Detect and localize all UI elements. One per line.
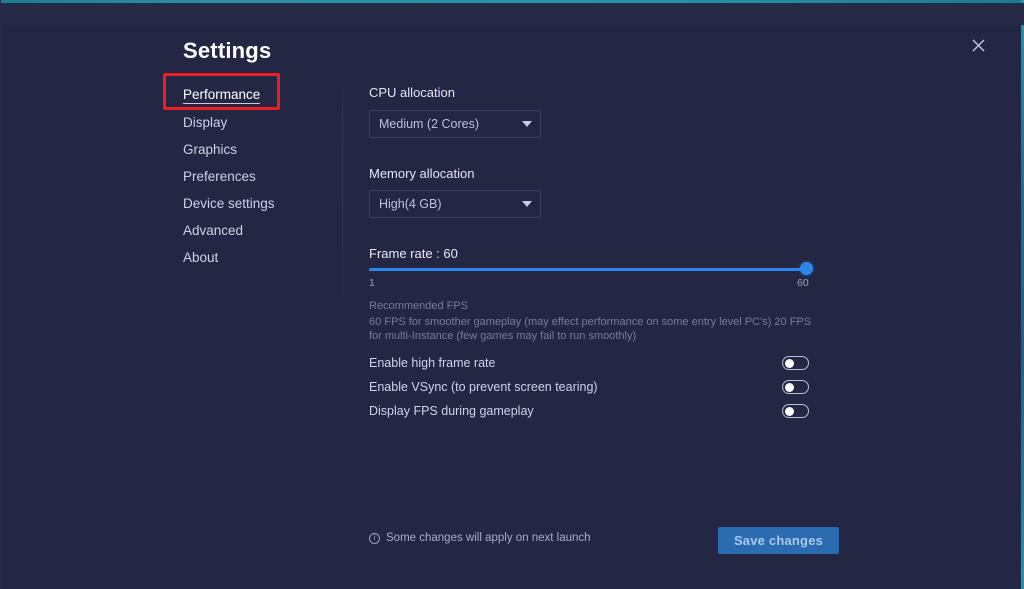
sidebar-item-preferences[interactable]: Preferences	[183, 163, 333, 190]
memory-allocation-value: High(4 GB)	[379, 197, 442, 211]
sidebar-item-label: About	[183, 250, 219, 265]
toggle-row-high-frame-rate: Enable high frame rate	[369, 352, 809, 374]
toggle-vsync[interactable]	[782, 380, 809, 394]
toggle-knob	[785, 358, 794, 368]
frame-rate-slider-thumb[interactable]	[800, 262, 813, 275]
window-edge-left	[0, 0, 1, 589]
frame-rate-label: Frame rate : 60	[369, 246, 458, 261]
toggle-row-vsync: Enable VSync (to prevent screen tearing)	[369, 376, 809, 398]
close-icon	[972, 39, 985, 52]
sidebar-item-label: Advanced	[183, 223, 244, 238]
close-button[interactable]	[966, 33, 990, 57]
cpu-allocation-select[interactable]: Medium (2 Cores)	[369, 110, 541, 138]
sidebar-item-advanced[interactable]: Advanced	[183, 217, 333, 244]
frame-rate-slider[interactable]	[369, 262, 813, 277]
sidebar-item-device-settings[interactable]: Device settings	[183, 190, 333, 217]
frame-rate-max-label: 60	[797, 277, 809, 289]
chevron-down-icon	[522, 201, 532, 207]
frame-rate-min-label: 1	[369, 277, 375, 289]
sidebar-item-label: Device settings	[183, 196, 275, 211]
toggle-label: Enable VSync (to prevent screen tearing)	[369, 380, 598, 394]
toggle-display-fps[interactable]	[782, 404, 809, 418]
info-icon: i	[369, 532, 380, 544]
chevron-down-icon	[522, 121, 532, 127]
toggle-knob	[785, 382, 794, 392]
sidebar-item-label: Graphics	[183, 142, 238, 157]
sidebar-item-label: Preferences	[183, 169, 256, 184]
toggle-knob	[785, 406, 794, 416]
sidebar-item-graphics[interactable]: Graphics	[183, 136, 333, 163]
toggle-row-display-fps: Display FPS during gameplay	[369, 400, 809, 422]
memory-allocation-select[interactable]: High(4 GB)	[369, 190, 541, 218]
toggle-label: Display FPS during gameplay	[369, 404, 534, 418]
sidebar: Performance Display Graphics Preferences…	[183, 82, 333, 271]
recommended-fps-title: Recommended FPS	[369, 300, 469, 312]
sidebar-divider	[342, 78, 343, 338]
sidebar-item-label: Performance	[183, 87, 261, 104]
footer-note-text: Some changes will apply on next launch	[386, 532, 591, 544]
sidebar-item-display[interactable]: Display	[183, 109, 333, 136]
sidebar-item-performance[interactable]: Performance	[183, 82, 333, 109]
cpu-allocation-value: Medium (2 Cores)	[379, 117, 480, 131]
recommended-fps-description: 60 FPS for smoother gameplay (may effect…	[369, 316, 812, 342]
sidebar-item-about[interactable]: About	[183, 244, 333, 271]
cpu-allocation-label: CPU allocation	[369, 85, 455, 100]
window-titlebar-strip	[0, 3, 1024, 25]
memory-allocation-label: Memory allocation	[369, 166, 475, 181]
toggle-label: Enable high frame rate	[369, 356, 496, 370]
page-title: Settings	[183, 38, 272, 63]
save-changes-button[interactable]: Save changes	[718, 527, 839, 554]
frame-rate-slider-fill	[369, 268, 807, 271]
settings-window: Settings Performance Display Graphics Pr…	[0, 0, 1024, 589]
sidebar-item-label: Display	[183, 115, 228, 130]
toggle-high-frame-rate[interactable]	[782, 356, 809, 370]
footer-note: i Some changes will apply on next launch	[369, 532, 591, 544]
